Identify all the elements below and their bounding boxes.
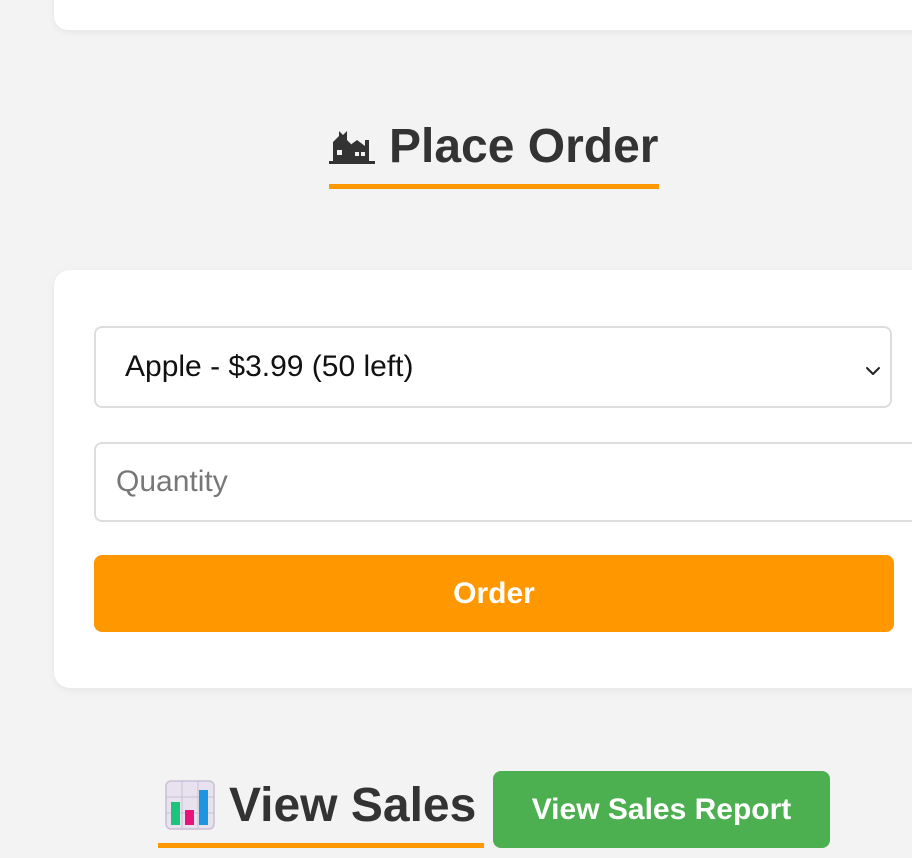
view-sales-title: View Sales [229, 778, 477, 832]
bar-chart-icon [165, 780, 215, 830]
cat-icon [329, 128, 375, 164]
top-card [54, 0, 912, 30]
place-order-title: Place Order [389, 119, 659, 173]
place-order-underline [329, 184, 659, 189]
view-sales-report-button[interactable]: View Sales Report [493, 771, 830, 848]
order-button[interactable]: Order [94, 555, 894, 632]
chevron-down-icon [862, 356, 884, 378]
view-sales-underline [158, 843, 484, 848]
product-select[interactable]: Apple - $3.99 (50 left) [94, 326, 892, 408]
view-sales-heading: View Sales [165, 775, 476, 835]
product-select-value: Apple - $3.99 (50 left) [125, 350, 414, 383]
place-order-heading: Place Order [329, 116, 658, 176]
quantity-input[interactable] [94, 442, 912, 522]
